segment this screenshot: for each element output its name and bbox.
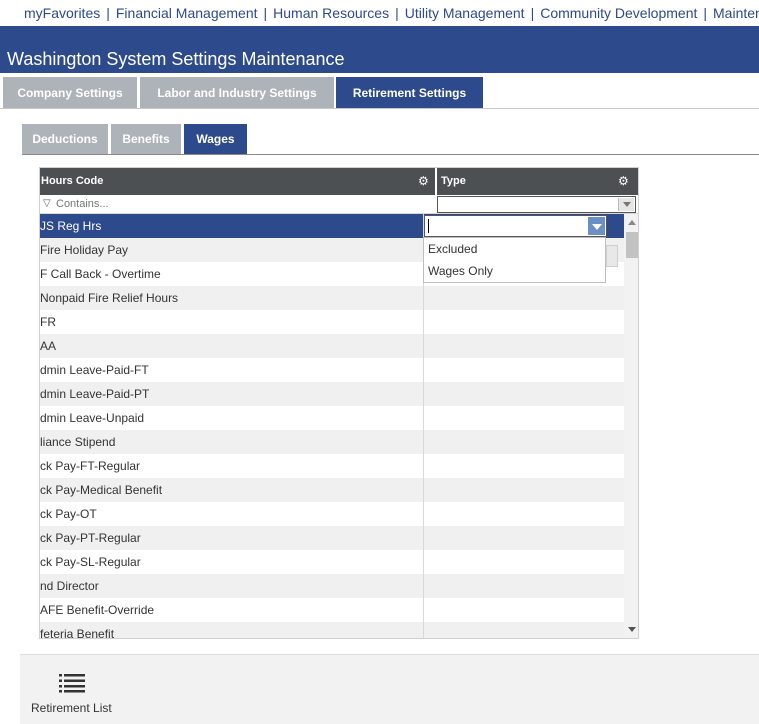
- nav-utility-management[interactable]: Utility Management: [405, 5, 525, 21]
- dropdown-option-excluded[interactable]: Excluded: [424, 238, 605, 260]
- hours-code-cell: ck Pay-PT-Regular: [40, 531, 141, 545]
- type-cell[interactable]: [423, 358, 624, 382]
- retirement-list-button[interactable]: Retirement List: [30, 669, 116, 719]
- hours-code-cell: dmin Leave-Paid-FT: [40, 363, 149, 377]
- hours-code-cell: dmin Leave-Paid-PT: [40, 387, 150, 401]
- text-caret: [428, 219, 429, 233]
- nav-myfavorites[interactable]: myFavorites: [24, 5, 100, 21]
- hours-code-cell: liance Stipend: [40, 435, 116, 449]
- column-header-hours-code[interactable]: Hours Code: [40, 168, 420, 195]
- type-cell[interactable]: [423, 430, 624, 454]
- hours-code-cell: ck Pay-FT-Regular: [40, 459, 141, 473]
- type-cell[interactable]: [423, 286, 624, 310]
- hours-code-cell: ck Pay-SL-Regular: [40, 555, 141, 569]
- nav-financial-management[interactable]: Financial Management: [116, 5, 258, 21]
- type-cell[interactable]: [423, 526, 624, 550]
- list-icon: [59, 674, 85, 693]
- hours-code-cell: dmin Leave-Unpaid: [40, 411, 145, 425]
- title-bar: Washington System Settings Maintenance: [0, 26, 759, 73]
- sub-tab-strip: Deductions Benefits Wages: [22, 124, 759, 155]
- chevron-down-icon[interactable]: [588, 217, 605, 235]
- type-cell-editor[interactable]: [424, 215, 607, 237]
- table-row[interactable]: feteria Benefit: [40, 622, 624, 639]
- table-row[interactable]: ck Pay-PT-Regular: [40, 526, 624, 550]
- type-cell[interactable]: [423, 502, 624, 526]
- table-row[interactable]: nd Director: [40, 574, 624, 598]
- filter-icon[interactable]: ▽: [43, 198, 51, 209]
- tab-company-settings[interactable]: Company Settings: [3, 77, 137, 108]
- table-row[interactable]: AA: [40, 334, 624, 358]
- hours-code-cell: ck Pay-OT: [40, 507, 97, 521]
- hours-code-cell: AFE Benefit-Override: [40, 603, 155, 617]
- gear-icon[interactable]: ⚙: [418, 175, 429, 187]
- nav-separator: |: [395, 5, 399, 21]
- tab-labor-and-industry-settings[interactable]: Labor and Industry Settings: [140, 77, 334, 108]
- table-row[interactable]: ck Pay-OT: [40, 502, 624, 526]
- column-divider: [435, 168, 437, 195]
- nav-separator: |: [263, 5, 268, 21]
- hours-code-cell: FR: [40, 315, 56, 329]
- table-row[interactable]: liance Stipend: [40, 430, 624, 454]
- table-row[interactable]: AFE Benefit-Override: [40, 598, 624, 622]
- type-cell[interactable]: [423, 598, 624, 622]
- page-title: Washington System Settings Maintenance: [7, 49, 345, 69]
- nav-separator: |: [703, 5, 708, 21]
- type-cell[interactable]: [423, 478, 624, 502]
- type-cell[interactable]: [423, 574, 624, 598]
- hours-code-cell: F Call Back - Overtime: [40, 267, 161, 281]
- top-navigation: myFavorites | Financial Management | Hum…: [0, 0, 759, 26]
- table-row[interactable]: ck Pay-Medical Benefit: [40, 478, 624, 502]
- hours-code-cell: Nonpaid Fire Relief Hours: [40, 291, 179, 305]
- type-dropdown-list: Excluded Wages Only: [423, 237, 606, 283]
- scroll-thumb[interactable]: [626, 232, 638, 258]
- hours-code-cell: ck Pay-Medical Benefit: [40, 483, 163, 497]
- table-row[interactable]: ck Pay-FT-Regular: [40, 454, 624, 478]
- tab-deductions[interactable]: Deductions: [22, 124, 108, 154]
- hours-code-cell: feteria Benefit: [40, 627, 115, 639]
- tab-benefits[interactable]: Benefits: [111, 124, 181, 154]
- nav-human-resources[interactable]: Human Resources: [273, 5, 389, 21]
- type-cell[interactable]: [423, 382, 624, 406]
- table-row[interactable]: Nonpaid Fire Relief Hours: [40, 286, 624, 310]
- nav-separator: |: [106, 5, 110, 21]
- table-row[interactable]: dmin Leave-Paid-FT: [40, 358, 624, 382]
- dropdown-option-wages-only[interactable]: Wages Only: [424, 260, 605, 282]
- tab-wages[interactable]: Wages: [184, 124, 247, 154]
- type-cell[interactable]: [423, 622, 624, 638]
- grid-header: Hours Code ⚙ Type ⚙: [40, 168, 638, 195]
- chevron-down-icon[interactable]: [618, 198, 634, 211]
- hours-code-filter-input[interactable]: [56, 196, 416, 212]
- table-row[interactable]: ck Pay-SL-Regular: [40, 550, 624, 574]
- hours-code-cell: nd Director: [40, 579, 99, 593]
- type-cell[interactable]: [423, 406, 624, 430]
- type-cell[interactable]: [423, 310, 624, 334]
- column-header-type[interactable]: Type: [440, 168, 610, 195]
- dropdown-side-handle: [606, 245, 618, 267]
- hours-code-cell: Fire Holiday Pay: [40, 243, 129, 257]
- type-cell[interactable]: [423, 550, 624, 574]
- type-filter-select[interactable]: [437, 196, 636, 213]
- main-tab-strip: Company Settings Labor and Industry Sett…: [0, 73, 759, 109]
- table-row[interactable]: FR: [40, 310, 624, 334]
- table-row[interactable]: dmin Leave-Unpaid: [40, 406, 624, 430]
- hours-code-cell: AA: [40, 339, 57, 353]
- scroll-up-icon[interactable]: [628, 220, 636, 225]
- nav-separator: |: [530, 5, 535, 21]
- nav-maintenance[interactable]: Maintenance: [713, 5, 759, 21]
- type-cell[interactable]: [423, 454, 624, 478]
- filter-row: ▽: [40, 195, 638, 214]
- vertical-scrollbar[interactable]: [624, 214, 638, 638]
- tab-retirement-settings[interactable]: Retirement Settings: [336, 77, 483, 108]
- type-cell[interactable]: [423, 334, 624, 358]
- gear-icon[interactable]: ⚙: [618, 175, 629, 187]
- nav-community-development[interactable]: Community Development: [540, 5, 697, 21]
- scroll-down-icon[interactable]: [628, 627, 636, 632]
- retirement-list-label: Retirement List: [31, 701, 112, 715]
- hours-code-cell: JS Reg Hrs: [40, 219, 102, 233]
- bottom-toolbar: Retirement List: [20, 654, 759, 724]
- table-row[interactable]: dmin Leave-Paid-PT: [40, 382, 624, 406]
